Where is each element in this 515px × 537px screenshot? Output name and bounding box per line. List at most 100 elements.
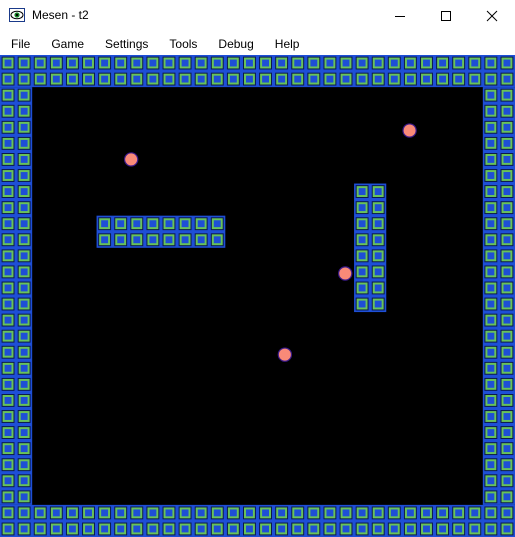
wall-tile [355,233,369,247]
wall-tile [355,281,369,295]
wall-tile [33,522,47,536]
wall-tile [130,72,144,86]
wall-tile [355,522,369,536]
wall-tile [178,56,192,70]
wall-tile [484,329,498,343]
wall-tile [484,522,498,536]
wall-tile [1,377,15,391]
wall-tile [17,281,31,295]
ball-3 [338,266,353,281]
wall-tile [1,104,15,118]
wall-tile [355,506,369,520]
wall-tile [146,72,160,86]
wall-tile [323,72,337,86]
wall-tile [1,329,15,343]
vertical-block [354,183,387,313]
wall-tile [210,72,224,86]
wall-tile [1,458,15,472]
wall-tile [114,217,128,231]
wall-tile [162,56,176,70]
wall-tile [291,56,305,70]
wall-tile [484,506,498,520]
wall-tile [1,313,15,327]
wall-tile [162,233,176,247]
minimize-button[interactable] [377,0,423,31]
wall-tile [49,72,63,86]
wall-tile [178,506,192,520]
wall-tile [500,426,514,439]
wall-tile [403,56,417,70]
menu-tools[interactable]: Tools [158,33,207,55]
wall-tile [484,490,498,504]
wall-tile [259,56,272,70]
wall-tile [17,458,31,472]
close-button[interactable] [469,0,515,31]
wall-tile [484,361,498,375]
wall-tile [355,249,369,263]
wall-tile [210,56,224,70]
title-bar[interactable]: Mesen - t2 [0,0,515,31]
wall-tile [484,217,498,231]
wall-tile [339,56,353,70]
wall-tile [1,522,15,536]
window-title: Mesen - t2 [32,8,89,22]
wall-tile [1,217,15,231]
wall-tile [484,104,498,118]
wall-tile [500,265,514,279]
wall-tile [355,185,369,198]
ball-4 [277,347,293,362]
wall-tile [49,522,63,536]
wall-tile [500,442,514,456]
wall-tile [194,233,208,247]
wall-tile [194,217,208,231]
menu-file[interactable]: File [0,33,40,55]
wall-tile [259,72,272,86]
wall-tile [1,426,15,439]
wall-tile [403,506,417,520]
wall-tile [1,265,15,279]
menu-settings[interactable]: Settings [94,33,158,55]
maximize-button[interactable] [423,0,469,31]
game-screen[interactable] [0,55,515,537]
wall-tile [17,426,31,439]
wall-tile [1,361,15,375]
wall-tile [17,249,31,263]
wall-tile [500,88,514,102]
wall-tile [452,56,466,70]
bottom-border [0,504,515,537]
wall-tile [65,56,79,70]
wall-tile [484,281,498,295]
wall-tile [387,506,401,520]
wall-tile [500,313,514,327]
wall-tile [146,56,160,70]
wall-tile [420,522,433,536]
wall-tile [468,522,482,536]
wall-tile [371,265,385,279]
wall-tile [387,72,401,86]
top-border [0,55,515,88]
menu-debug[interactable]: Debug [207,33,263,55]
wall-tile [500,490,514,504]
wall-tile [468,72,482,86]
menu-game[interactable]: Game [40,33,94,55]
wall-tile [436,506,450,520]
wall-tile [130,56,144,70]
right-border [482,87,515,505]
wall-tile [17,313,31,327]
wall-tile [275,72,289,86]
wall-tile [17,265,31,279]
wall-tile [403,72,417,86]
wall-tile [484,265,498,279]
wall-tile [65,522,79,536]
wall-tile [194,506,208,520]
menu-help[interactable]: Help [264,33,310,55]
wall-tile [1,169,15,182]
ball-1 [123,152,139,167]
wall-tile [355,72,369,86]
wall-tile [33,72,47,86]
wall-tile [500,474,514,488]
wall-tile [355,265,369,279]
wall-tile [194,56,208,70]
wall-tile [82,72,95,86]
wall-tile [33,506,47,520]
